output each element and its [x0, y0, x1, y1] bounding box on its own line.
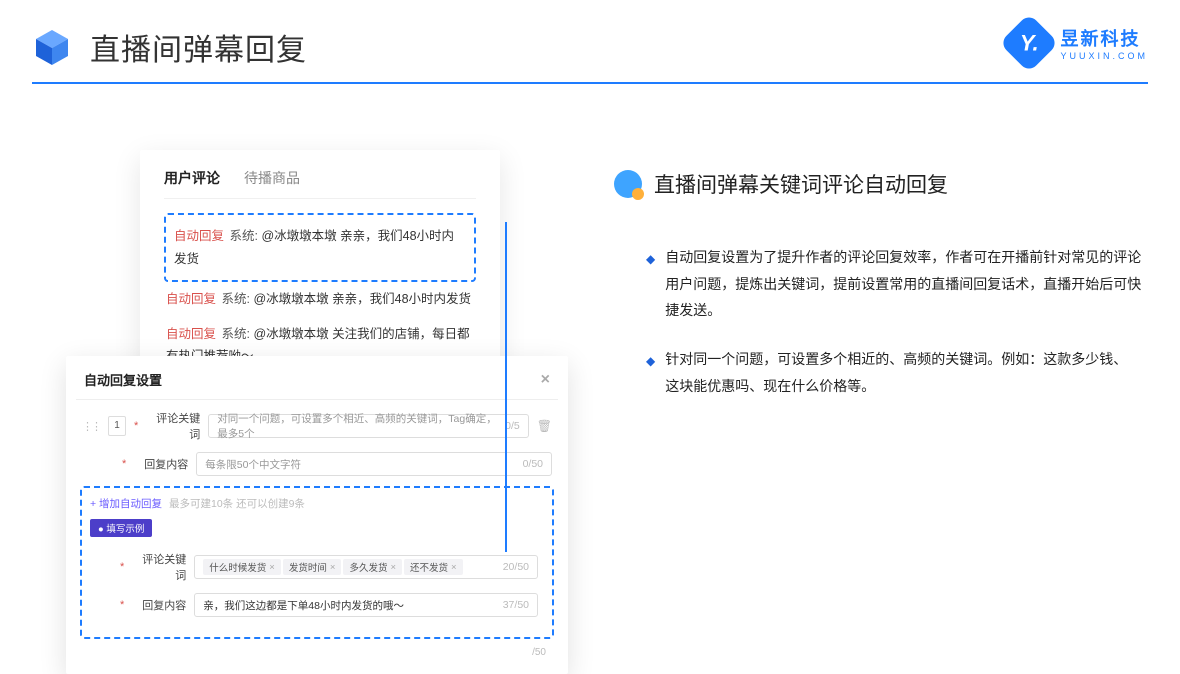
- highlighted-comment: 自动回复 系统: @冰墩墩本墩 亲亲，我们48小时内发货: [164, 213, 476, 282]
- diamond-icon: ◆: [646, 350, 655, 399]
- required-mark: *: [134, 420, 138, 432]
- char-count: 37/50: [503, 599, 529, 611]
- content-input[interactable]: 每条限50个中文字符 0/50: [196, 452, 552, 476]
- bullet-text: 针对同一个问题，可设置多个相近的、高频的关键词。例如：这款多少钱、这块能优惠吗、…: [665, 346, 1136, 399]
- bullet-text: 自动回复设置为了提升作者的评论回复效率，作者可在开播前针对常见的评论用户问题，提…: [665, 244, 1146, 324]
- autoreply-tag: 自动回复: [166, 292, 216, 306]
- brand-sub: YUUXIN.COM: [1060, 51, 1148, 61]
- brand-name: 昱新科技: [1060, 25, 1148, 51]
- char-count: 0/50: [523, 458, 543, 470]
- ex-keyword-input[interactable]: 什么时候发货×发货时间×多久发货×还不发货× 20/50: [194, 555, 538, 579]
- add-rule-hint: 最多可建10条 还可以创建9条: [169, 498, 305, 510]
- drag-handle-icon[interactable]: ⋮⋮: [82, 420, 100, 433]
- keyword-chip[interactable]: 发货时间×: [283, 559, 342, 575]
- diamond-icon: ◆: [646, 248, 655, 324]
- autoreply-tag: 自动回复: [166, 327, 216, 341]
- ex-content-value: 亲，我们这边都是下单48小时内发货的哦～: [203, 598, 404, 613]
- cube-icon: [32, 27, 72, 67]
- example-badge: ● 填写示例: [90, 519, 152, 537]
- rule-index: 1: [108, 416, 126, 436]
- keyword-label: 评论关键词: [146, 410, 200, 442]
- required-mark: *: [122, 458, 126, 470]
- delete-icon[interactable]: 🗑: [537, 419, 552, 433]
- modal-title: 自动回复设置: [84, 370, 162, 389]
- required-mark: *: [120, 561, 124, 573]
- comment-text: @冰墩墩本墩 亲亲，我们48小时内发货: [253, 292, 471, 306]
- keyword-chip[interactable]: 多久发货×: [343, 559, 402, 575]
- header-divider: [32, 82, 1148, 84]
- required-mark: *: [120, 599, 124, 611]
- placeholder-text: 每条限50个中文字符: [205, 457, 301, 472]
- ex-keyword-label: 评论关键词: [132, 551, 186, 583]
- keyword-input[interactable]: 对同一个问题，可设置多个相近、高频的关键词，Tag确定，最多5个 0/5: [208, 414, 528, 438]
- char-count: 0/5: [505, 420, 520, 432]
- ex-content-input[interactable]: 亲，我们这边都是下单48小时内发货的哦～ 37/50: [194, 593, 538, 617]
- tail-count: /50: [76, 643, 558, 658]
- brand-logo: Y. 昱新科技 YUUXIN.COM: [1008, 22, 1148, 64]
- keyword-chip[interactable]: 还不发货×: [404, 559, 463, 575]
- tab-user-comments[interactable]: 用户评论: [164, 168, 220, 188]
- system-label: 系统:: [222, 292, 250, 306]
- page-title: 直播间弹幕回复: [90, 25, 307, 69]
- autoreply-tag: 自动回复: [174, 229, 224, 243]
- content-label: 回复内容: [134, 456, 188, 472]
- placeholder-text: 对同一个问题，可设置多个相近、高频的关键词，Tag确定，最多5个: [217, 411, 505, 441]
- brand-mark-icon: Y.: [1000, 13, 1059, 72]
- keyword-chip[interactable]: 什么时候发货×: [203, 559, 281, 575]
- section-title: 直播间弹幕关键词评论自动回复: [654, 169, 948, 199]
- example-block: + 增加自动回复 最多可建10条 还可以创建9条 ● 填写示例 * 评论关键词 …: [80, 486, 554, 639]
- close-icon[interactable]: ×: [541, 371, 550, 389]
- system-label: 系统:: [230, 229, 258, 243]
- add-rule-link[interactable]: + 增加自动回复: [90, 498, 162, 510]
- system-label: 系统:: [222, 327, 250, 341]
- char-count: 20/50: [503, 561, 529, 573]
- connector-line: [505, 222, 507, 552]
- autoreply-settings-modal: 自动回复设置 × ⋮⋮ 1 * 评论关键词 对同一个问题，可设置多个相近、高频的…: [66, 356, 568, 674]
- tab-pending-goods[interactable]: 待播商品: [244, 168, 300, 188]
- bullet-ball-icon: [614, 170, 642, 198]
- ex-content-label: 回复内容: [132, 597, 186, 613]
